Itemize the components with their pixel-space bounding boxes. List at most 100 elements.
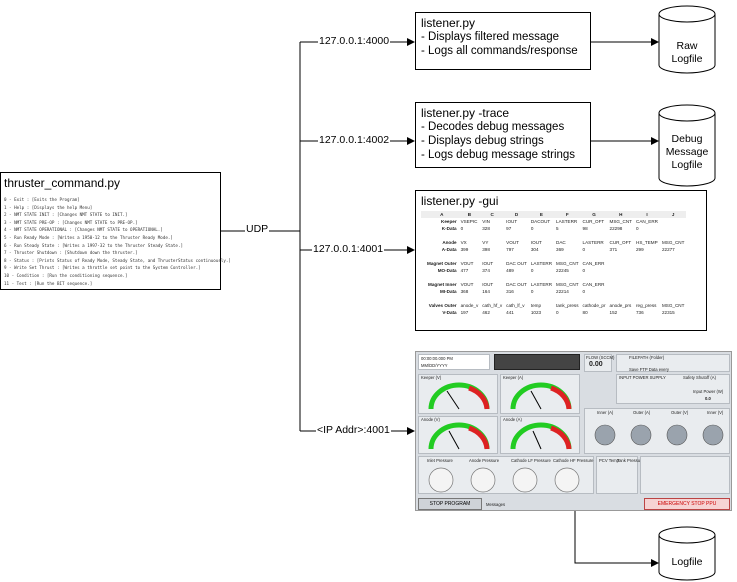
sheet-cell: MI-Data: [440, 289, 457, 294]
sheet-cell: VOUT: [506, 240, 519, 245]
sheet-cell: anode_prs: [609, 303, 632, 308]
sheet-cell: anode_v: [460, 303, 479, 308]
sheet-cell: MSG_CNT: [661, 303, 685, 308]
sheet-cell: cath_hf_v: [482, 303, 503, 308]
sheet-cell: 462: [482, 310, 490, 315]
input-power-supply-label: INPUT POWER SUPPLY: [619, 375, 666, 380]
connector-log: [574, 511, 652, 564]
sheet-cell: VSEPIC: [460, 219, 478, 224]
emergency-stop-button[interactable]: EMERGENCY STOP PPU: [644, 498, 730, 510]
sheet-cell: [608, 232, 634, 239]
sheet-cell: LASTERR: [530, 261, 553, 266]
raw-logfile-line1: Raw: [676, 40, 698, 52]
sheet-cell: [634, 288, 660, 295]
sheet-cell: [634, 260, 660, 267]
sheet-column-header: B: [458, 211, 481, 218]
sheet-column-header: C: [480, 211, 505, 218]
sheet-cell: Keeper: [441, 219, 457, 224]
arrowhead-ip: [407, 427, 415, 435]
listener-gui-box: listener.py -gui A B C D E F G H I J Keeper VSEPIC V…: [415, 190, 707, 331]
datetime-panel: 00:00:00.000 PM MM/DD/YYYY: [418, 354, 490, 370]
sheet-cell: 477: [460, 268, 469, 273]
filepath-label: FILEPATH (Folder): [629, 355, 665, 360]
sheet-cell: [529, 274, 554, 281]
sheet-row: V-Data 197 462 441 1023 0 80 152 736 22315: [421, 309, 686, 316]
sheet-cell: [529, 295, 554, 302]
sheet-cell: IOUT: [506, 219, 518, 224]
sheet-cell: Magnet Inner: [428, 282, 457, 287]
messages-label: Messages: [486, 502, 506, 507]
gui-front-panel: 00:00:00.000 PM MM/DD/YYYY FLOW (SCCM) 0…: [415, 351, 732, 511]
sheet-cell: 304: [530, 247, 539, 252]
port-4001-label: 127.0.0.1:4001: [312, 243, 385, 255]
sheet-column-header: J: [659, 211, 687, 218]
sheet-row: [421, 232, 686, 239]
listener-gui-title: listener.py -gui: [421, 194, 499, 208]
logfile-cylinder: [658, 526, 716, 581]
sheet-cell: [660, 218, 686, 225]
save-label: Save FTP Data every: [629, 367, 669, 372]
flow-label: FLOW (SCCM): [586, 355, 615, 360]
arrowhead-4002: [407, 137, 415, 145]
sheet-cell: [608, 281, 634, 288]
sheet-cell: 399: [460, 247, 469, 252]
sheet-row: Magnet Inner VOUT IOUT DAC OUT LASTERR MSG_CN…: [421, 281, 686, 288]
sheet-cell: VOUT: [460, 282, 474, 287]
sheet-cell: 22298: [609, 226, 623, 231]
sheet-cell: [480, 274, 504, 281]
arrowhead-4000: [407, 38, 415, 46]
sheet-cell: [529, 253, 554, 260]
sheet-cell: 22315: [661, 310, 675, 315]
sheet-cell: [634, 267, 660, 274]
sheet-cell: VOUT: [460, 261, 474, 266]
sheet-cell: [459, 232, 481, 239]
sheet-cell: CUR_OFT: [609, 240, 632, 245]
date-format: MM/DD/YYYY: [421, 363, 448, 368]
sheet-cell: 797: [506, 247, 514, 252]
sheet-cell: DACOUT: [530, 219, 551, 224]
sheet-cell: 0: [460, 226, 464, 231]
sheet-cell: IOUT: [530, 240, 542, 245]
sheet-cell: 22277: [661, 247, 675, 252]
sheet-cell: [660, 288, 686, 295]
sheet-cell: 398: [482, 247, 490, 252]
power-supply-panel: INPUT POWER SUPPLY Safety Shutoff (A) In…: [616, 374, 730, 404]
command-item: 0 - Exit : [Exits the Program]: [4, 197, 80, 202]
port-4000-label: 127.0.0.1:4000: [318, 35, 391, 47]
input-power-value-label: Input Power (W): [693, 389, 724, 394]
sheet-header-row: ABCDEFGHIJ: [421, 211, 687, 218]
sheet-row: Anode VX VY VOUT IOUT DAC LASTERR CUR_OFT HS_TEM…: [421, 239, 686, 246]
sheet-cell: LASTERR: [530, 282, 553, 287]
sheet-cell: [634, 295, 660, 302]
sheet-cell: 0: [582, 289, 586, 294]
sheet-cell: 369: [556, 247, 564, 252]
sheet-column-header: I: [634, 211, 660, 218]
sheet-row: K-Data 0 328 97 0 5 98 22298 0: [421, 225, 686, 232]
sheet-cell: 299: [636, 247, 644, 252]
sheet-cell: CUR_OFT: [582, 219, 605, 224]
sheet-cell: [634, 274, 660, 281]
sheet-cell: 489: [506, 268, 514, 273]
listener-lines: - Displays filtered message - Logs all co…: [421, 30, 585, 58]
sheet-cell: CAN_ERR: [582, 261, 605, 266]
sheet-cell: 152: [609, 310, 618, 315]
sheet-cell: HS_TEMP: [636, 240, 658, 245]
stop-program-button[interactable]: STOP PROGRAM: [418, 498, 482, 510]
sheet-cell: [608, 260, 634, 267]
sheet-cell: [425, 232, 459, 239]
sheet-cell: [581, 253, 608, 260]
sheet-cell: [608, 295, 634, 302]
sheet-cell: [459, 253, 481, 260]
sheet-cell: reg_press: [636, 303, 657, 308]
sheet-cell: VIN: [482, 219, 490, 224]
sheet-cell: [581, 274, 608, 281]
sheet-cell: [554, 232, 580, 239]
logfile-line1: Logfile: [671, 556, 703, 568]
command-item: 7 - Thruster Shutdown : [Shutdown down t…: [4, 250, 138, 256]
pressure-panel: Inlet Pressure Anode Pressure Cathode LF…: [418, 456, 594, 494]
sheet-row: A-Data 399 398 797 304 369 0 371 299 22277: [421, 246, 686, 253]
sheet-cell: [459, 295, 481, 302]
sheet-cell: 97: [506, 226, 512, 231]
sheet-cell: 328: [482, 226, 490, 231]
sheet-cell: [504, 295, 529, 302]
